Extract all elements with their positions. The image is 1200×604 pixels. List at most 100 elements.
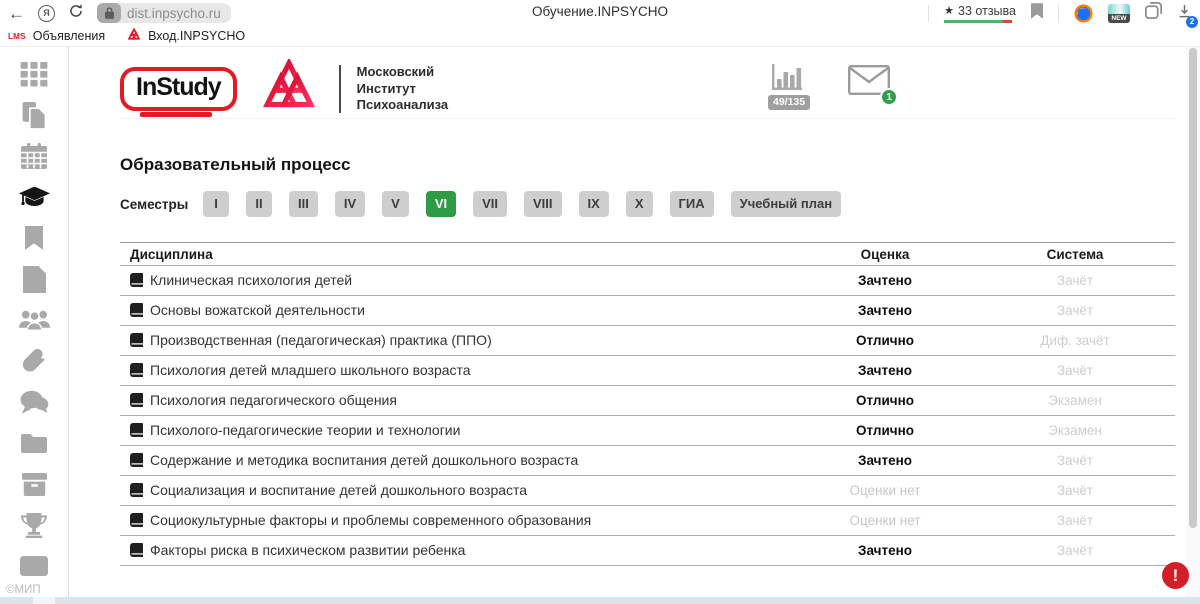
semester-tab-5[interactable]: V [382, 191, 409, 217]
card-icon [20, 556, 48, 581]
semester-tab-1[interactable]: I [203, 191, 229, 217]
mip-triangle-logo[interactable] [259, 59, 319, 119]
sidebar-item-messages[interactable] [20, 392, 49, 417]
sidebar-item-payments[interactable] [20, 556, 48, 581]
table-row[interactable]: Производственная (педагогическая) практи… [120, 326, 1175, 356]
semester-tab-3[interactable]: III [289, 191, 318, 217]
system-value: Экзамен [975, 416, 1175, 446]
page-title: Образовательный процесс [120, 155, 1200, 175]
grade-value: Зачтено [795, 446, 975, 476]
bookmark-icon [25, 226, 43, 255]
sidebar-item-achievements[interactable] [21, 515, 47, 540]
vertical-scrollbar[interactable] [1186, 47, 1200, 597]
semester-tab-7[interactable]: VII [473, 191, 507, 217]
table-row[interactable]: Психология детей младшего школьного возр… [120, 356, 1175, 386]
bookmark-flag-icon[interactable] [1031, 3, 1043, 24]
discipline-name: Психология детей младшего школьного возр… [150, 362, 471, 378]
grades-table: Дисциплина Оценка Система Клиническая пс… [120, 242, 1175, 566]
sidebar-item-group[interactable] [19, 310, 50, 335]
semester-tab-9[interactable]: IX [579, 191, 609, 217]
alert-icon[interactable]: ! [1162, 562, 1189, 589]
back-icon[interactable]: ← [8, 5, 25, 22]
bookmarks-bar: LMS Объявления Вход.INPSYCHO [0, 26, 1200, 47]
discipline-name: Социокультурные факторы и проблемы совре… [150, 512, 591, 528]
book-icon [130, 303, 143, 320]
book-icon [130, 333, 143, 350]
column-discipline: Дисциплина [120, 243, 795, 266]
calendar-icon [21, 143, 47, 174]
sidebar-item-education[interactable] [19, 187, 50, 212]
horizontal-scrollbar[interactable] [0, 597, 1200, 604]
downloads-icon[interactable]: 2 [1177, 3, 1192, 24]
scrollbar-thumb[interactable] [1189, 48, 1197, 528]
table-row[interactable]: Содержание и методика воспитания детей д… [120, 446, 1175, 476]
archive-box-icon [22, 473, 47, 501]
table-row[interactable]: Клиническая психология детей Зачтено Зач… [120, 266, 1175, 296]
grade-value: Зачтено [795, 536, 975, 566]
bookmark-announcements[interactable]: LMS Объявления [8, 29, 105, 43]
semester-tab-6-active[interactable]: VI [426, 191, 456, 217]
sidebar-item-archive[interactable] [22, 474, 47, 499]
mip-favicon [127, 28, 141, 44]
group-icon [19, 309, 50, 336]
column-grade: Оценка [795, 243, 975, 266]
lock-icon[interactable] [97, 3, 121, 23]
table-row[interactable]: Психология педагогического общения Отлич… [120, 386, 1175, 416]
browser-toolbar: ← Я dist.inpsycho.ru Обучение.INPSYCHO ★… [0, 0, 1200, 26]
system-value: Зачёт [975, 356, 1175, 386]
progress-widget[interactable]: 49/135 [768, 62, 810, 110]
semester-tabs: Семестры I II III IV V VI VII VIII IX X … [120, 191, 1200, 217]
lms-favicon: LMS [8, 32, 26, 41]
semester-tab-10[interactable]: X [626, 191, 653, 217]
collections-icon[interactable] [1145, 2, 1162, 24]
sidebar-item-schedule[interactable] [21, 146, 47, 171]
graduation-cap-icon [19, 186, 50, 214]
discipline-name: Производственная (педагогическая) практи… [150, 332, 492, 348]
semester-tab-gia[interactable]: ГИА [670, 191, 714, 217]
instudy-logo[interactable]: InStudy [120, 67, 237, 111]
sidebar-item-dashboard[interactable] [20, 64, 48, 89]
bar-chart-icon [772, 62, 806, 97]
book-icon [130, 393, 143, 410]
table-row[interactable]: Психолого-педагогические теории и технол… [120, 416, 1175, 446]
system-value: Зачёт [975, 296, 1175, 326]
discipline-name: Содержание и методика воспитания детей д… [150, 452, 578, 468]
extension-new-icon[interactable]: NEW [1108, 4, 1130, 23]
refresh-icon[interactable] [68, 3, 84, 24]
trophy-icon [21, 513, 47, 543]
semester-tab-8[interactable]: VIII [524, 191, 562, 217]
book-icon [130, 483, 143, 500]
sidebar-item-files[interactable] [21, 433, 47, 458]
system-value: Зачёт [975, 536, 1175, 566]
system-value: Зачёт [975, 266, 1175, 296]
yandex-browser-icon[interactable]: Я [38, 5, 55, 22]
downloads-count-badge: 2 [1186, 16, 1198, 28]
system-value: Зачёт [975, 506, 1175, 536]
address-bar[interactable]: dist.inpsycho.ru [97, 3, 231, 23]
table-row[interactable]: Социокультурные факторы и проблемы совре… [120, 506, 1175, 536]
table-row[interactable]: Социализация и воспитание детей дошкольн… [120, 476, 1175, 506]
mail-widget[interactable]: 1 [848, 65, 890, 100]
table-row[interactable]: Основы вожатской деятельности Зачтено За… [120, 296, 1175, 326]
sidebar-item-bookmarks[interactable] [25, 228, 43, 253]
separator [928, 5, 929, 22]
sidebar-item-documents[interactable] [21, 105, 47, 130]
sidebar-item-attachments[interactable] [22, 351, 46, 376]
system-value: Диф. зачёт [975, 326, 1175, 356]
sidebar-item-video-materials[interactable] [23, 269, 46, 294]
curriculum-plan-button[interactable]: Учебный план [731, 191, 841, 217]
main-content: InStudy Московский Институт Психоанализа [70, 47, 1200, 597]
chat-icon [20, 390, 49, 419]
semester-tab-4[interactable]: IV [335, 191, 365, 217]
url-text: dist.inpsycho.ru [127, 6, 221, 21]
semester-tab-2[interactable]: II [246, 191, 272, 217]
reviews-widget[interactable]: ★ 33 отзыва [944, 4, 1016, 23]
progress-count-badge: 49/135 [768, 95, 810, 110]
browser-window: ← Я dist.inpsycho.ru Обучение.INPSYCHO ★… [0, 0, 1200, 604]
grade-value: Отлично [795, 416, 975, 446]
table-row[interactable]: Факторы риска в психическом развитии реб… [120, 536, 1175, 566]
grade-value: Зачтено [795, 266, 975, 296]
bookmark-inpsycho-login[interactable]: Вход.INPSYCHO [127, 28, 245, 44]
book-icon [130, 363, 143, 380]
extension-circle-icon[interactable] [1074, 4, 1093, 23]
